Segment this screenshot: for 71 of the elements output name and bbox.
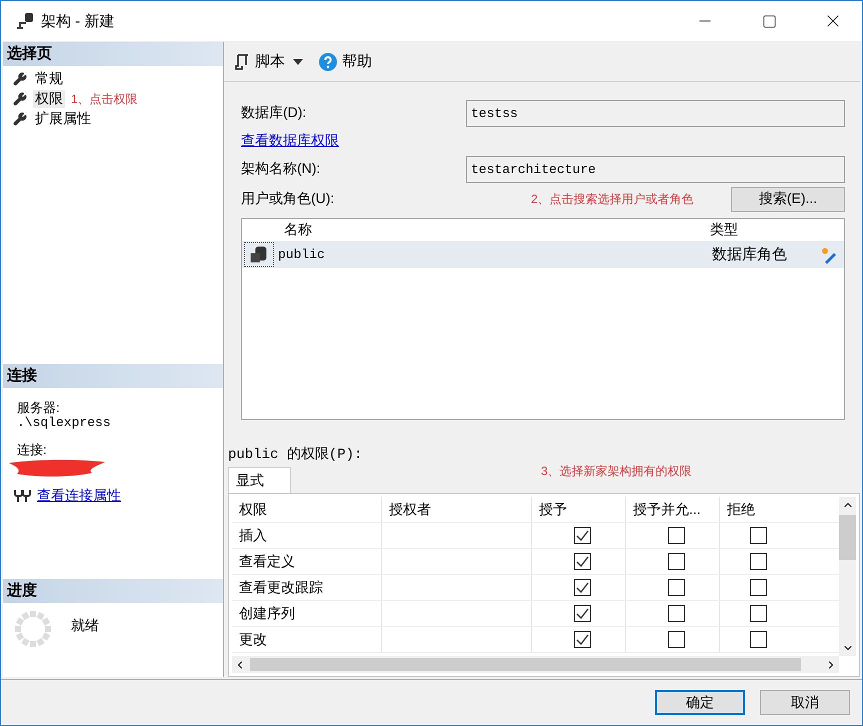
server-name: .\sqlexpress — [16, 415, 112, 430]
database-field[interactable]: testss — [466, 100, 845, 126]
window-title: 架构 - 新建 — [41, 12, 116, 30]
user-type: 数据库角色 — [712, 245, 788, 264]
user-row[interactable]: public 数据库角色 — [242, 241, 844, 268]
tab[interactable]: 显式 — [228, 467, 291, 493]
wrench-icon — [13, 72, 27, 86]
section-header: 进度 — [3, 579, 223, 603]
cancel-button[interactable]: 取消 — [760, 690, 850, 715]
checkbox[interactable] — [668, 631, 684, 648]
database-label: 数据库(D): — [241, 104, 308, 122]
column-header: 拒绝 — [727, 500, 755, 518]
column-header: 授予并允... — [633, 500, 701, 518]
schema-name-field[interactable]: testarchitecture — [466, 156, 845, 182]
permission-name: 更改 — [239, 630, 267, 648]
section-header: 选择页 — [3, 42, 223, 66]
edit-icon[interactable] — [820, 246, 838, 264]
checkbox[interactable] — [668, 605, 684, 622]
annotation-text: 2、点击搜索选择用户或者角色 — [531, 190, 695, 208]
script-button[interactable]: 脚本 — [234, 52, 285, 71]
checkbox[interactable] — [668, 553, 684, 570]
database-permissions-link[interactable]: 查看数据库权限 — [241, 132, 339, 150]
permission-name: 插入 — [239, 526, 267, 544]
user-name: public — [278, 247, 326, 262]
owner-label: 用户或角色(U): — [241, 190, 336, 208]
vertical-scrollbar[interactable] — [839, 497, 856, 656]
checkbox[interactable] — [574, 527, 590, 544]
help-icon — [319, 52, 337, 70]
spinner-icon — [13, 609, 53, 649]
permission-name: 查看更改跟踪 — [239, 578, 323, 596]
caret-icon[interactable] — [293, 58, 303, 64]
section-header: 连接 — [3, 364, 223, 388]
checkbox[interactable] — [574, 553, 590, 570]
wrench-icon — [13, 92, 27, 106]
page-item[interactable]: 权限 — [33, 90, 65, 108]
page-item[interactable]: 扩展属性 — [33, 110, 93, 128]
role-icon — [244, 242, 274, 267]
checkbox[interactable] — [574, 605, 590, 622]
app-icon — [15, 11, 35, 31]
annotation-text: 3、选择新家架构拥有的权限 — [541, 463, 692, 480]
checkbox[interactable] — [668, 527, 684, 544]
checkbox[interactable] — [750, 631, 766, 648]
checkbox[interactable] — [574, 631, 590, 648]
connection-properties-link[interactable]: 查看连接属性 — [37, 487, 121, 505]
checkbox[interactable] — [750, 579, 766, 596]
ok-button[interactable]: 确定 — [655, 690, 745, 715]
progress-status: 就绪 — [71, 617, 99, 635]
annotation-text: 1、点击权限 — [71, 90, 138, 108]
checkbox[interactable] — [750, 527, 766, 544]
checkbox[interactable] — [750, 553, 766, 570]
plug-icon — [13, 489, 31, 503]
column-header: 类型 — [709, 221, 739, 239]
script-icon — [234, 54, 250, 70]
search-button[interactable]: 搜索(E)... — [731, 186, 845, 212]
checkbox[interactable] — [574, 579, 590, 596]
horizontal-scrollbar[interactable] — [232, 656, 839, 673]
server-label: 服务器: — [16, 400, 61, 415]
column-header: 名称 — [283, 221, 313, 239]
schema-name-label: 架构名称(N): — [241, 160, 322, 178]
wrench-icon — [13, 112, 27, 126]
checkbox[interactable] — [750, 605, 766, 622]
column-header: 授予 — [539, 500, 567, 518]
connection-label: 连接: — [16, 442, 48, 457]
permission-name: 创建序列 — [239, 604, 295, 622]
column-header: 权限 — [239, 500, 267, 518]
permission-name: 查看定义 — [239, 552, 295, 570]
page-item[interactable]: 常规 — [33, 70, 65, 88]
checkbox[interactable] — [668, 579, 684, 596]
column-header: 授权者 — [389, 500, 431, 518]
permissions-label: public 的权限(P): — [228, 446, 364, 463]
help-button[interactable]: 帮助 — [319, 52, 372, 71]
